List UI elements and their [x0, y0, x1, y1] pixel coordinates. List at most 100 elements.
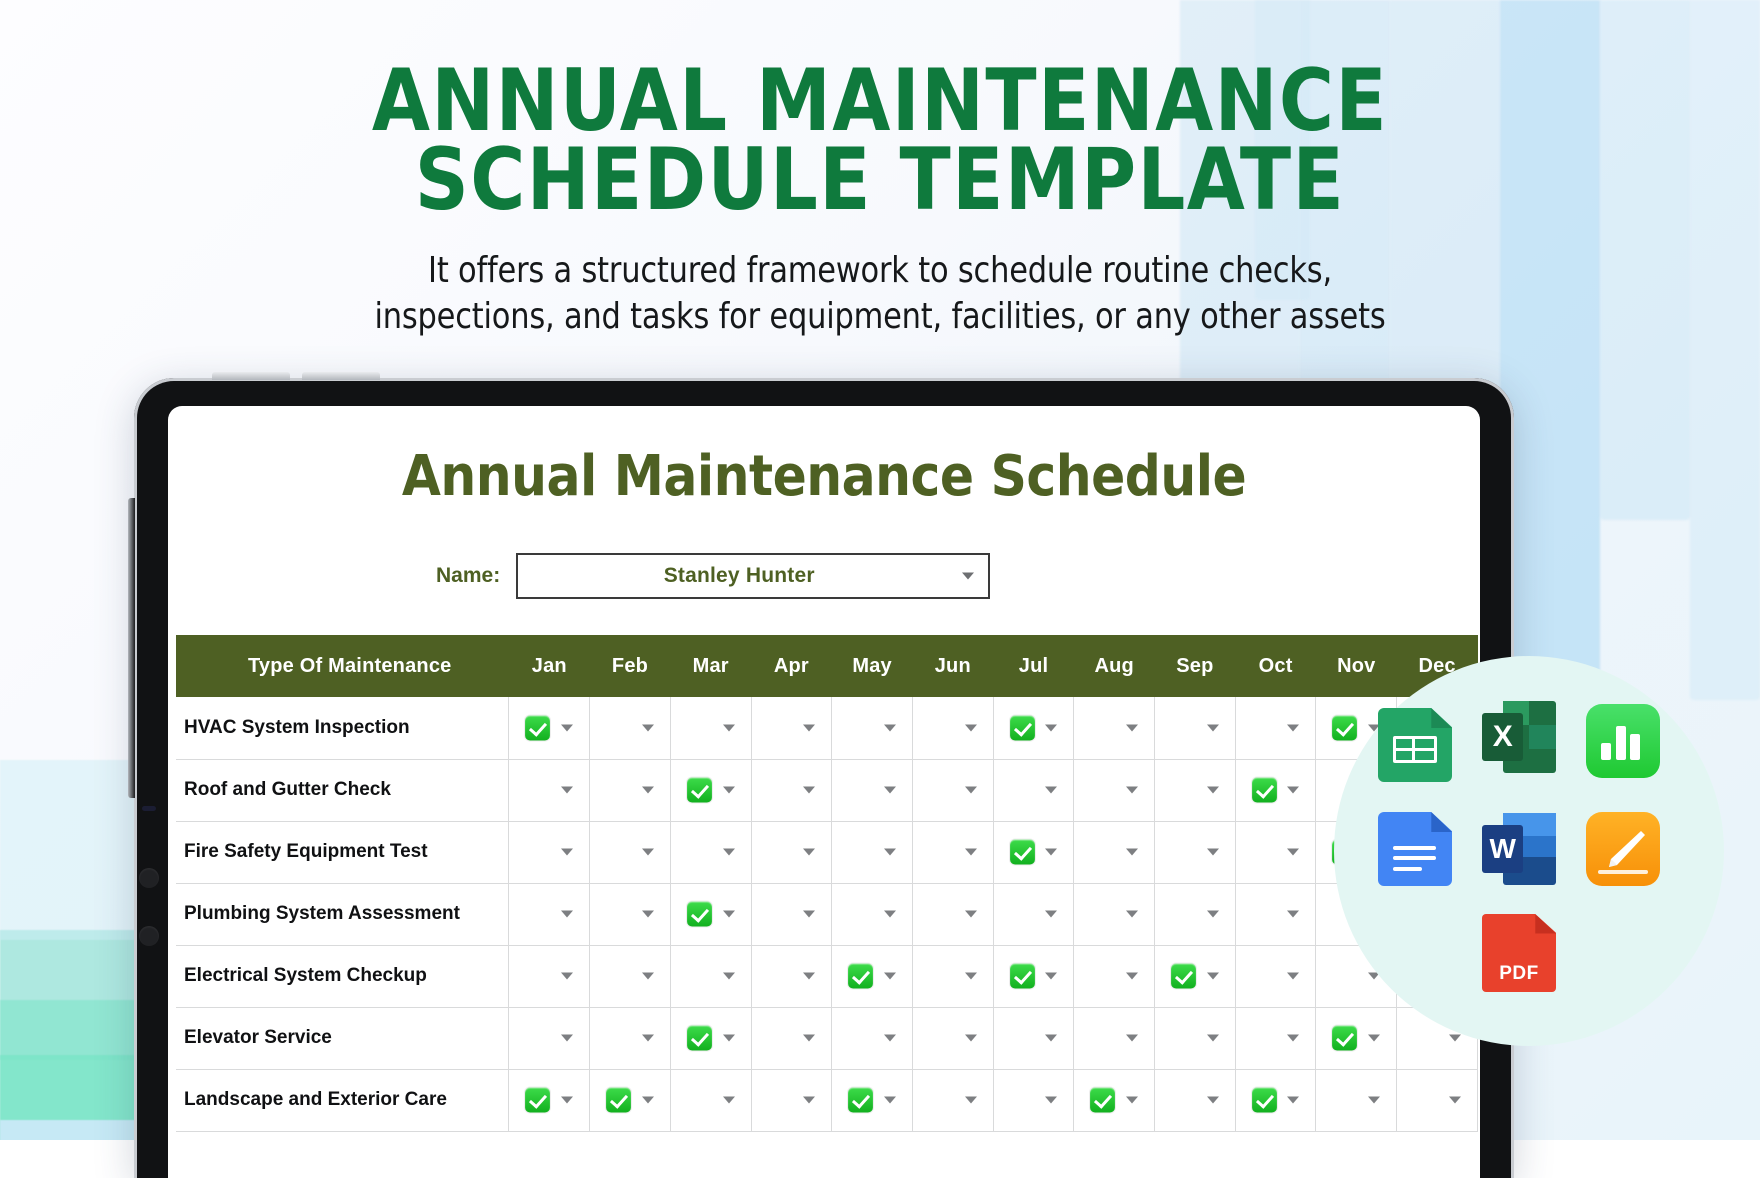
volume-down-button[interactable]	[302, 372, 380, 380]
chevron-down-icon[interactable]	[1126, 1034, 1139, 1042]
cell-jun-checkbox[interactable]	[912, 821, 994, 884]
cell-apr-checkbox[interactable]	[751, 1069, 833, 1132]
check-mark-icon[interactable]	[1090, 1087, 1116, 1113]
check-mark-icon[interactable]	[1251, 777, 1277, 803]
chevron-down-icon[interactable]	[722, 1096, 735, 1104]
cell-mar-checkbox[interactable]	[670, 1007, 752, 1070]
cell-jan-checkbox[interactable]	[508, 1069, 591, 1132]
chevron-down-icon[interactable]	[1206, 848, 1219, 856]
cell-may-checkbox[interactable]	[831, 1069, 913, 1132]
chevron-down-icon[interactable]	[883, 786, 896, 794]
chevron-down-icon[interactable]	[1287, 786, 1300, 794]
chevron-down-icon[interactable]	[561, 786, 574, 794]
chevron-down-icon[interactable]	[722, 848, 735, 856]
chevron-down-icon[interactable]	[1287, 848, 1300, 856]
cell-nov-checkbox[interactable]	[1315, 1069, 1398, 1132]
cell-sep-checkbox[interactable]	[1154, 945, 1236, 1008]
chevron-down-icon[interactable]	[1287, 910, 1300, 918]
google-docs-icon[interactable]	[1378, 812, 1452, 886]
cell-feb-checkbox[interactable]	[589, 1007, 671, 1070]
cell-sep-checkbox[interactable]	[1154, 883, 1236, 946]
chevron-down-icon[interactable]	[883, 910, 896, 918]
cell-jul-checkbox[interactable]	[993, 1069, 1075, 1132]
check-mark-icon[interactable]	[848, 1087, 874, 1113]
check-mark-icon[interactable]	[1009, 715, 1035, 741]
cell-oct-checkbox[interactable]	[1235, 697, 1317, 760]
chevron-down-icon[interactable]	[883, 972, 896, 980]
name-select[interactable]: Stanley Hunter	[516, 553, 991, 599]
cell-oct-checkbox[interactable]	[1235, 759, 1317, 822]
apple-pages-icon[interactable]	[1586, 812, 1660, 886]
cell-jul-checkbox[interactable]	[993, 759, 1075, 822]
check-mark-icon[interactable]	[1332, 715, 1358, 741]
chevron-down-icon[interactable]	[641, 1096, 654, 1104]
cell-jun-checkbox[interactable]	[912, 1069, 994, 1132]
chevron-down-icon[interactable]	[883, 848, 896, 856]
chevron-down-icon[interactable]	[1045, 972, 1058, 980]
chevron-down-icon[interactable]	[1126, 910, 1139, 918]
cell-sep-checkbox[interactable]	[1154, 697, 1236, 760]
cell-dec-checkbox[interactable]	[1396, 1069, 1478, 1132]
chevron-down-icon[interactable]	[1045, 1096, 1058, 1104]
cell-jan-checkbox[interactable]	[508, 697, 591, 760]
chevron-down-icon[interactable]	[1287, 1096, 1300, 1104]
cell-jul-checkbox[interactable]	[993, 821, 1075, 884]
check-mark-icon[interactable]	[1251, 1087, 1277, 1113]
chevron-down-icon[interactable]	[1206, 724, 1219, 732]
word-icon[interactable]: W	[1482, 812, 1557, 886]
chevron-down-icon[interactable]	[1206, 1034, 1219, 1042]
chevron-down-icon[interactable]	[1126, 848, 1139, 856]
cell-jul-checkbox[interactable]	[993, 945, 1075, 1008]
cell-feb-checkbox[interactable]	[589, 697, 671, 760]
chevron-down-icon[interactable]	[1126, 724, 1139, 732]
chevron-down-icon[interactable]	[964, 1034, 977, 1042]
chevron-down-icon[interactable]	[1206, 1096, 1219, 1104]
chevron-down-icon[interactable]	[641, 972, 654, 980]
cell-sep-checkbox[interactable]	[1154, 1007, 1236, 1070]
cell-may-checkbox[interactable]	[831, 759, 913, 822]
chevron-down-icon[interactable]	[1045, 1034, 1058, 1042]
cell-jan-checkbox[interactable]	[508, 945, 591, 1008]
cell-sep-checkbox[interactable]	[1154, 1069, 1236, 1132]
chevron-down-icon[interactable]	[803, 848, 816, 856]
cell-apr-checkbox[interactable]	[751, 1007, 833, 1070]
cell-may-checkbox[interactable]	[831, 945, 913, 1008]
cell-aug-checkbox[interactable]	[1073, 821, 1156, 884]
cell-aug-checkbox[interactable]	[1073, 883, 1156, 946]
chevron-down-icon[interactable]	[722, 972, 735, 980]
chevron-down-icon[interactable]	[1126, 1096, 1139, 1104]
apple-numbers-icon[interactable]	[1586, 704, 1660, 778]
cell-jul-checkbox[interactable]	[993, 1007, 1075, 1070]
chevron-down-icon[interactable]	[1045, 848, 1058, 856]
chevron-down-icon[interactable]	[1126, 972, 1139, 980]
chevron-down-icon[interactable]	[883, 724, 896, 732]
cell-jan-checkbox[interactable]	[508, 883, 591, 946]
check-mark-icon[interactable]	[1009, 839, 1035, 865]
chevron-down-icon[interactable]	[1206, 786, 1219, 794]
cell-feb-checkbox[interactable]	[589, 945, 671, 1008]
cell-jun-checkbox[interactable]	[912, 1007, 994, 1070]
check-mark-icon[interactable]	[686, 901, 712, 927]
cell-apr-checkbox[interactable]	[751, 945, 833, 1008]
chevron-down-icon[interactable]	[722, 1034, 735, 1042]
cell-jan-checkbox[interactable]	[508, 759, 591, 822]
chevron-down-icon[interactable]	[561, 910, 574, 918]
cell-feb-checkbox[interactable]	[589, 759, 671, 822]
chevron-down-icon[interactable]	[722, 724, 735, 732]
cell-mar-checkbox[interactable]	[670, 697, 752, 760]
chevron-down-icon[interactable]	[803, 786, 816, 794]
chevron-down-icon[interactable]	[964, 910, 977, 918]
google-sheets-icon[interactable]	[1378, 708, 1452, 782]
cell-aug-checkbox[interactable]	[1073, 697, 1156, 760]
cell-jan-checkbox[interactable]	[508, 821, 591, 884]
chevron-down-icon[interactable]	[561, 848, 574, 856]
chevron-down-icon[interactable]	[964, 848, 977, 856]
cell-mar-checkbox[interactable]	[670, 1069, 752, 1132]
chevron-down-icon[interactable]	[1045, 910, 1058, 918]
chevron-down-icon[interactable]	[1206, 910, 1219, 918]
chevron-down-icon[interactable]	[964, 1096, 977, 1104]
chevron-down-icon[interactable]	[803, 1096, 816, 1104]
excel-icon[interactable]: X	[1482, 700, 1557, 774]
chevron-down-icon[interactable]	[561, 1034, 574, 1042]
cell-apr-checkbox[interactable]	[751, 821, 833, 884]
